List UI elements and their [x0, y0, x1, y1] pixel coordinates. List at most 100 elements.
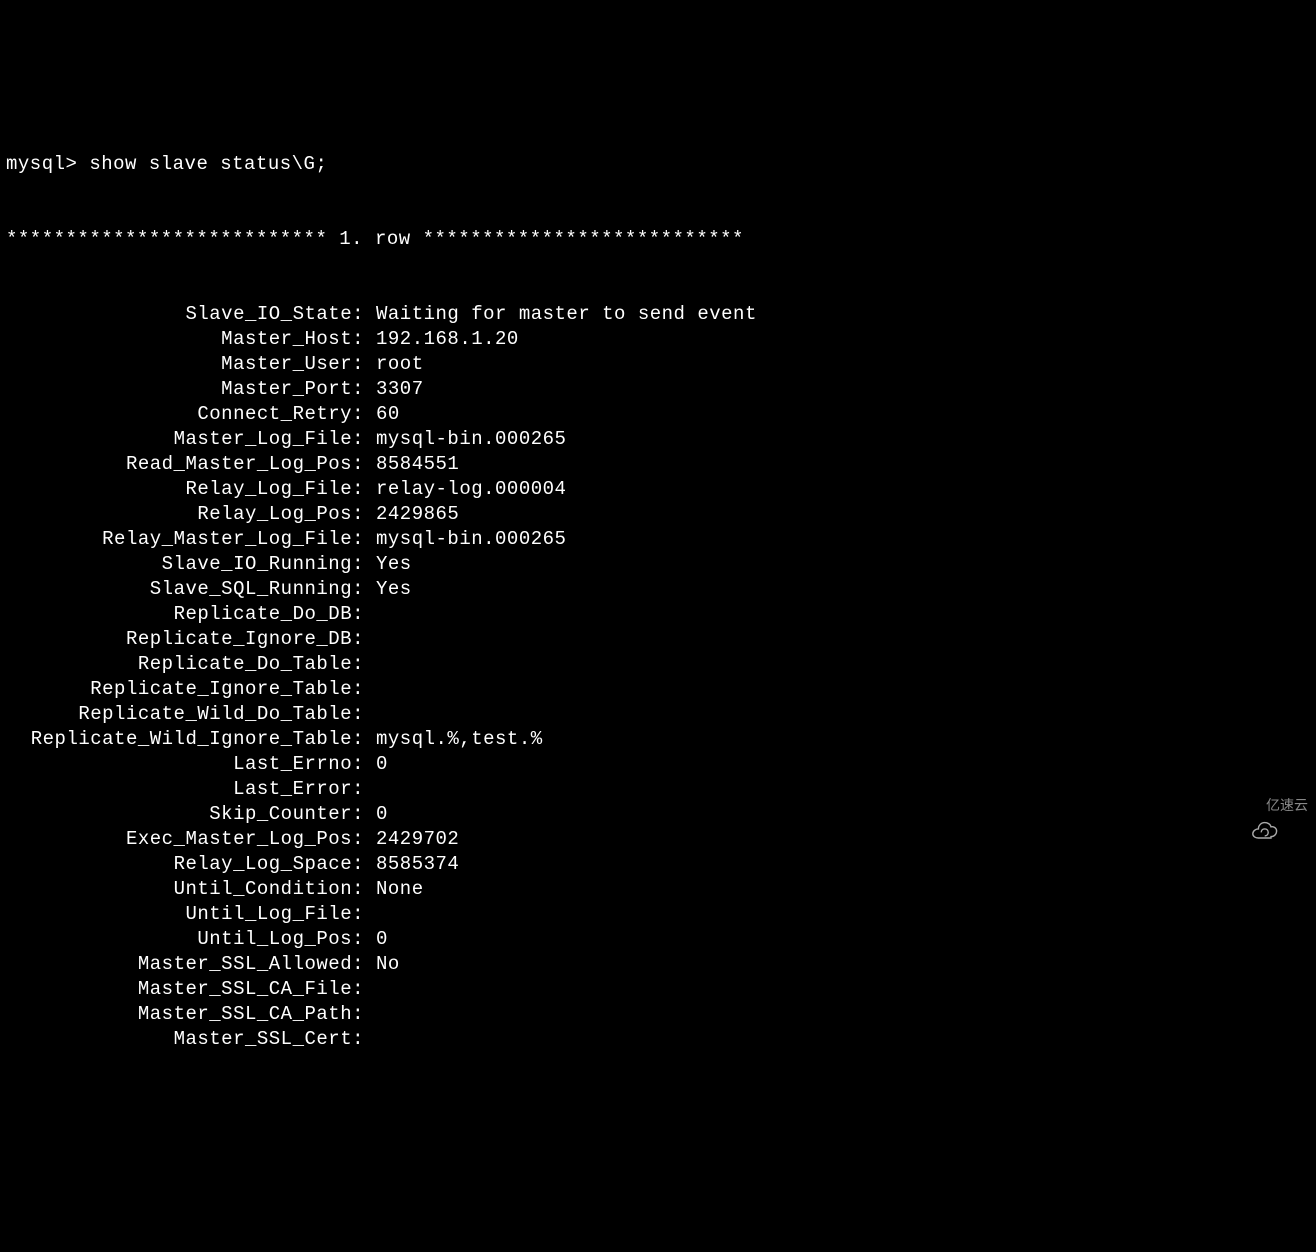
field-name: Skip_Counter: [6, 802, 364, 827]
status-row: Master_Log_File:mysql-bin.000265 [6, 427, 1310, 452]
command-line: mysql> show slave status\G; [6, 152, 1310, 177]
status-row: Skip_Counter:0 [6, 802, 1310, 827]
field-name: Replicate_Do_DB: [6, 602, 364, 627]
status-row: Replicate_Wild_Do_Table: [6, 702, 1310, 727]
field-name: Slave_IO_State: [6, 302, 364, 327]
field-value: mysql.%,test.% [364, 727, 543, 752]
field-value: 8585374 [364, 852, 459, 877]
field-name: Until_Log_Pos: [6, 927, 364, 952]
separator-mid: 1. row [339, 227, 410, 252]
field-value: 0 [364, 802, 388, 827]
field-name: Slave_IO_Running: [6, 552, 364, 577]
field-value: No [364, 952, 400, 977]
field-name: Replicate_Ignore_DB: [6, 627, 364, 652]
status-row: Slave_SQL_Running:Yes [6, 577, 1310, 602]
status-row: Relay_Log_Space:8585374 [6, 852, 1310, 877]
field-value: 2429702 [364, 827, 459, 852]
field-name: Relay_Log_Pos: [6, 502, 364, 527]
status-row: Master_SSL_Cert: [6, 1027, 1310, 1052]
field-name: Replicate_Ignore_Table: [6, 677, 364, 702]
status-row: Last_Error: [6, 777, 1310, 802]
field-name: Relay_Log_File: [6, 477, 364, 502]
watermark: 亿速云 [1234, 793, 1308, 818]
field-value: 2429865 [364, 502, 459, 527]
field-value: root [364, 352, 424, 377]
field-value [364, 627, 376, 652]
field-name: Last_Error: [6, 777, 364, 802]
status-row: Master_SSL_CA_File: [6, 977, 1310, 1002]
status-row: Slave_IO_Running:Yes [6, 552, 1310, 577]
watermark-text: 亿速云 [1266, 793, 1308, 818]
field-value: mysql-bin.000265 [364, 527, 566, 552]
field-name: Replicate_Do_Table: [6, 652, 364, 677]
field-value [364, 1002, 376, 1027]
field-name: Relay_Log_Space: [6, 852, 364, 877]
field-name: Master_SSL_CA_Path: [6, 1002, 364, 1027]
status-row: Until_Log_Pos:0 [6, 927, 1310, 952]
status-row: Until_Log_File: [6, 902, 1310, 927]
status-row: Replicate_Ignore_DB: [6, 627, 1310, 652]
status-row: Relay_Master_Log_File:mysql-bin.000265 [6, 527, 1310, 552]
field-value [364, 652, 376, 677]
status-row: Replicate_Do_DB: [6, 602, 1310, 627]
status-row: Replicate_Do_Table: [6, 652, 1310, 677]
status-row: Relay_Log_Pos:2429865 [6, 502, 1310, 527]
separator-right: *************************** [411, 227, 744, 252]
separator-left: *************************** [6, 227, 339, 252]
field-name: Relay_Master_Log_File: [6, 527, 364, 552]
field-value: 3307 [364, 377, 424, 402]
status-row: Connect_Retry:60 [6, 402, 1310, 427]
field-value: Waiting for master to send event [364, 302, 757, 327]
status-row: Read_Master_Log_Pos:8584551 [6, 452, 1310, 477]
field-value: mysql-bin.000265 [364, 427, 566, 452]
status-row: Exec_Master_Log_Pos:2429702 [6, 827, 1310, 852]
field-name: Connect_Retry: [6, 402, 364, 427]
cloud-icon [1234, 796, 1262, 816]
field-name: Until_Log_File: [6, 902, 364, 927]
field-name: Master_User: [6, 352, 364, 377]
field-name: Master_SSL_Cert: [6, 1027, 364, 1052]
field-name: Replicate_Wild_Do_Table: [6, 702, 364, 727]
field-name: Last_Errno: [6, 752, 364, 777]
field-value [364, 602, 376, 627]
terminal-output[interactable]: mysql> show slave status\G; ************… [6, 102, 1310, 1077]
status-row: Master_SSL_CA_Path: [6, 1002, 1310, 1027]
status-row: Slave_IO_State:Waiting for master to sen… [6, 302, 1310, 327]
status-row: Replicate_Wild_Ignore_Table:mysql.%,test… [6, 727, 1310, 752]
field-value: Yes [364, 552, 412, 577]
status-row: Master_Host:192.168.1.20 [6, 327, 1310, 352]
field-value: 8584551 [364, 452, 459, 477]
field-name: Until_Condition: [6, 877, 364, 902]
status-fields: Slave_IO_State:Waiting for master to sen… [6, 302, 1310, 1052]
field-name: Master_Host: [6, 327, 364, 352]
field-value: 192.168.1.20 [364, 327, 519, 352]
field-value [364, 677, 376, 702]
field-value: relay-log.000004 [364, 477, 566, 502]
status-row: Last_Errno:0 [6, 752, 1310, 777]
sql-command: show slave status\G; [89, 152, 327, 177]
field-value [364, 1027, 376, 1052]
status-row: Replicate_Ignore_Table: [6, 677, 1310, 702]
field-value: 0 [364, 752, 388, 777]
status-row: Until_Condition:None [6, 877, 1310, 902]
row-separator: *************************** 1. row *****… [6, 227, 1310, 252]
field-name: Master_Log_File: [6, 427, 364, 452]
status-row: Relay_Log_File:relay-log.000004 [6, 477, 1310, 502]
field-name: Slave_SQL_Running: [6, 577, 364, 602]
field-value: Yes [364, 577, 412, 602]
field-value [364, 777, 376, 802]
field-value: 60 [364, 402, 400, 427]
status-row: Master_User:root [6, 352, 1310, 377]
field-name: Read_Master_Log_Pos: [6, 452, 364, 477]
status-row: Master_Port:3307 [6, 377, 1310, 402]
field-value: 0 [364, 927, 388, 952]
field-value [364, 702, 376, 727]
field-name: Master_SSL_Allowed: [6, 952, 364, 977]
mysql-prompt: mysql> [6, 152, 89, 177]
field-name: Replicate_Wild_Ignore_Table: [6, 727, 364, 752]
status-row: Master_SSL_Allowed:No [6, 952, 1310, 977]
field-name: Exec_Master_Log_Pos: [6, 827, 364, 852]
field-value: None [364, 877, 424, 902]
field-name: Master_SSL_CA_File: [6, 977, 364, 1002]
field-name: Master_Port: [6, 377, 364, 402]
